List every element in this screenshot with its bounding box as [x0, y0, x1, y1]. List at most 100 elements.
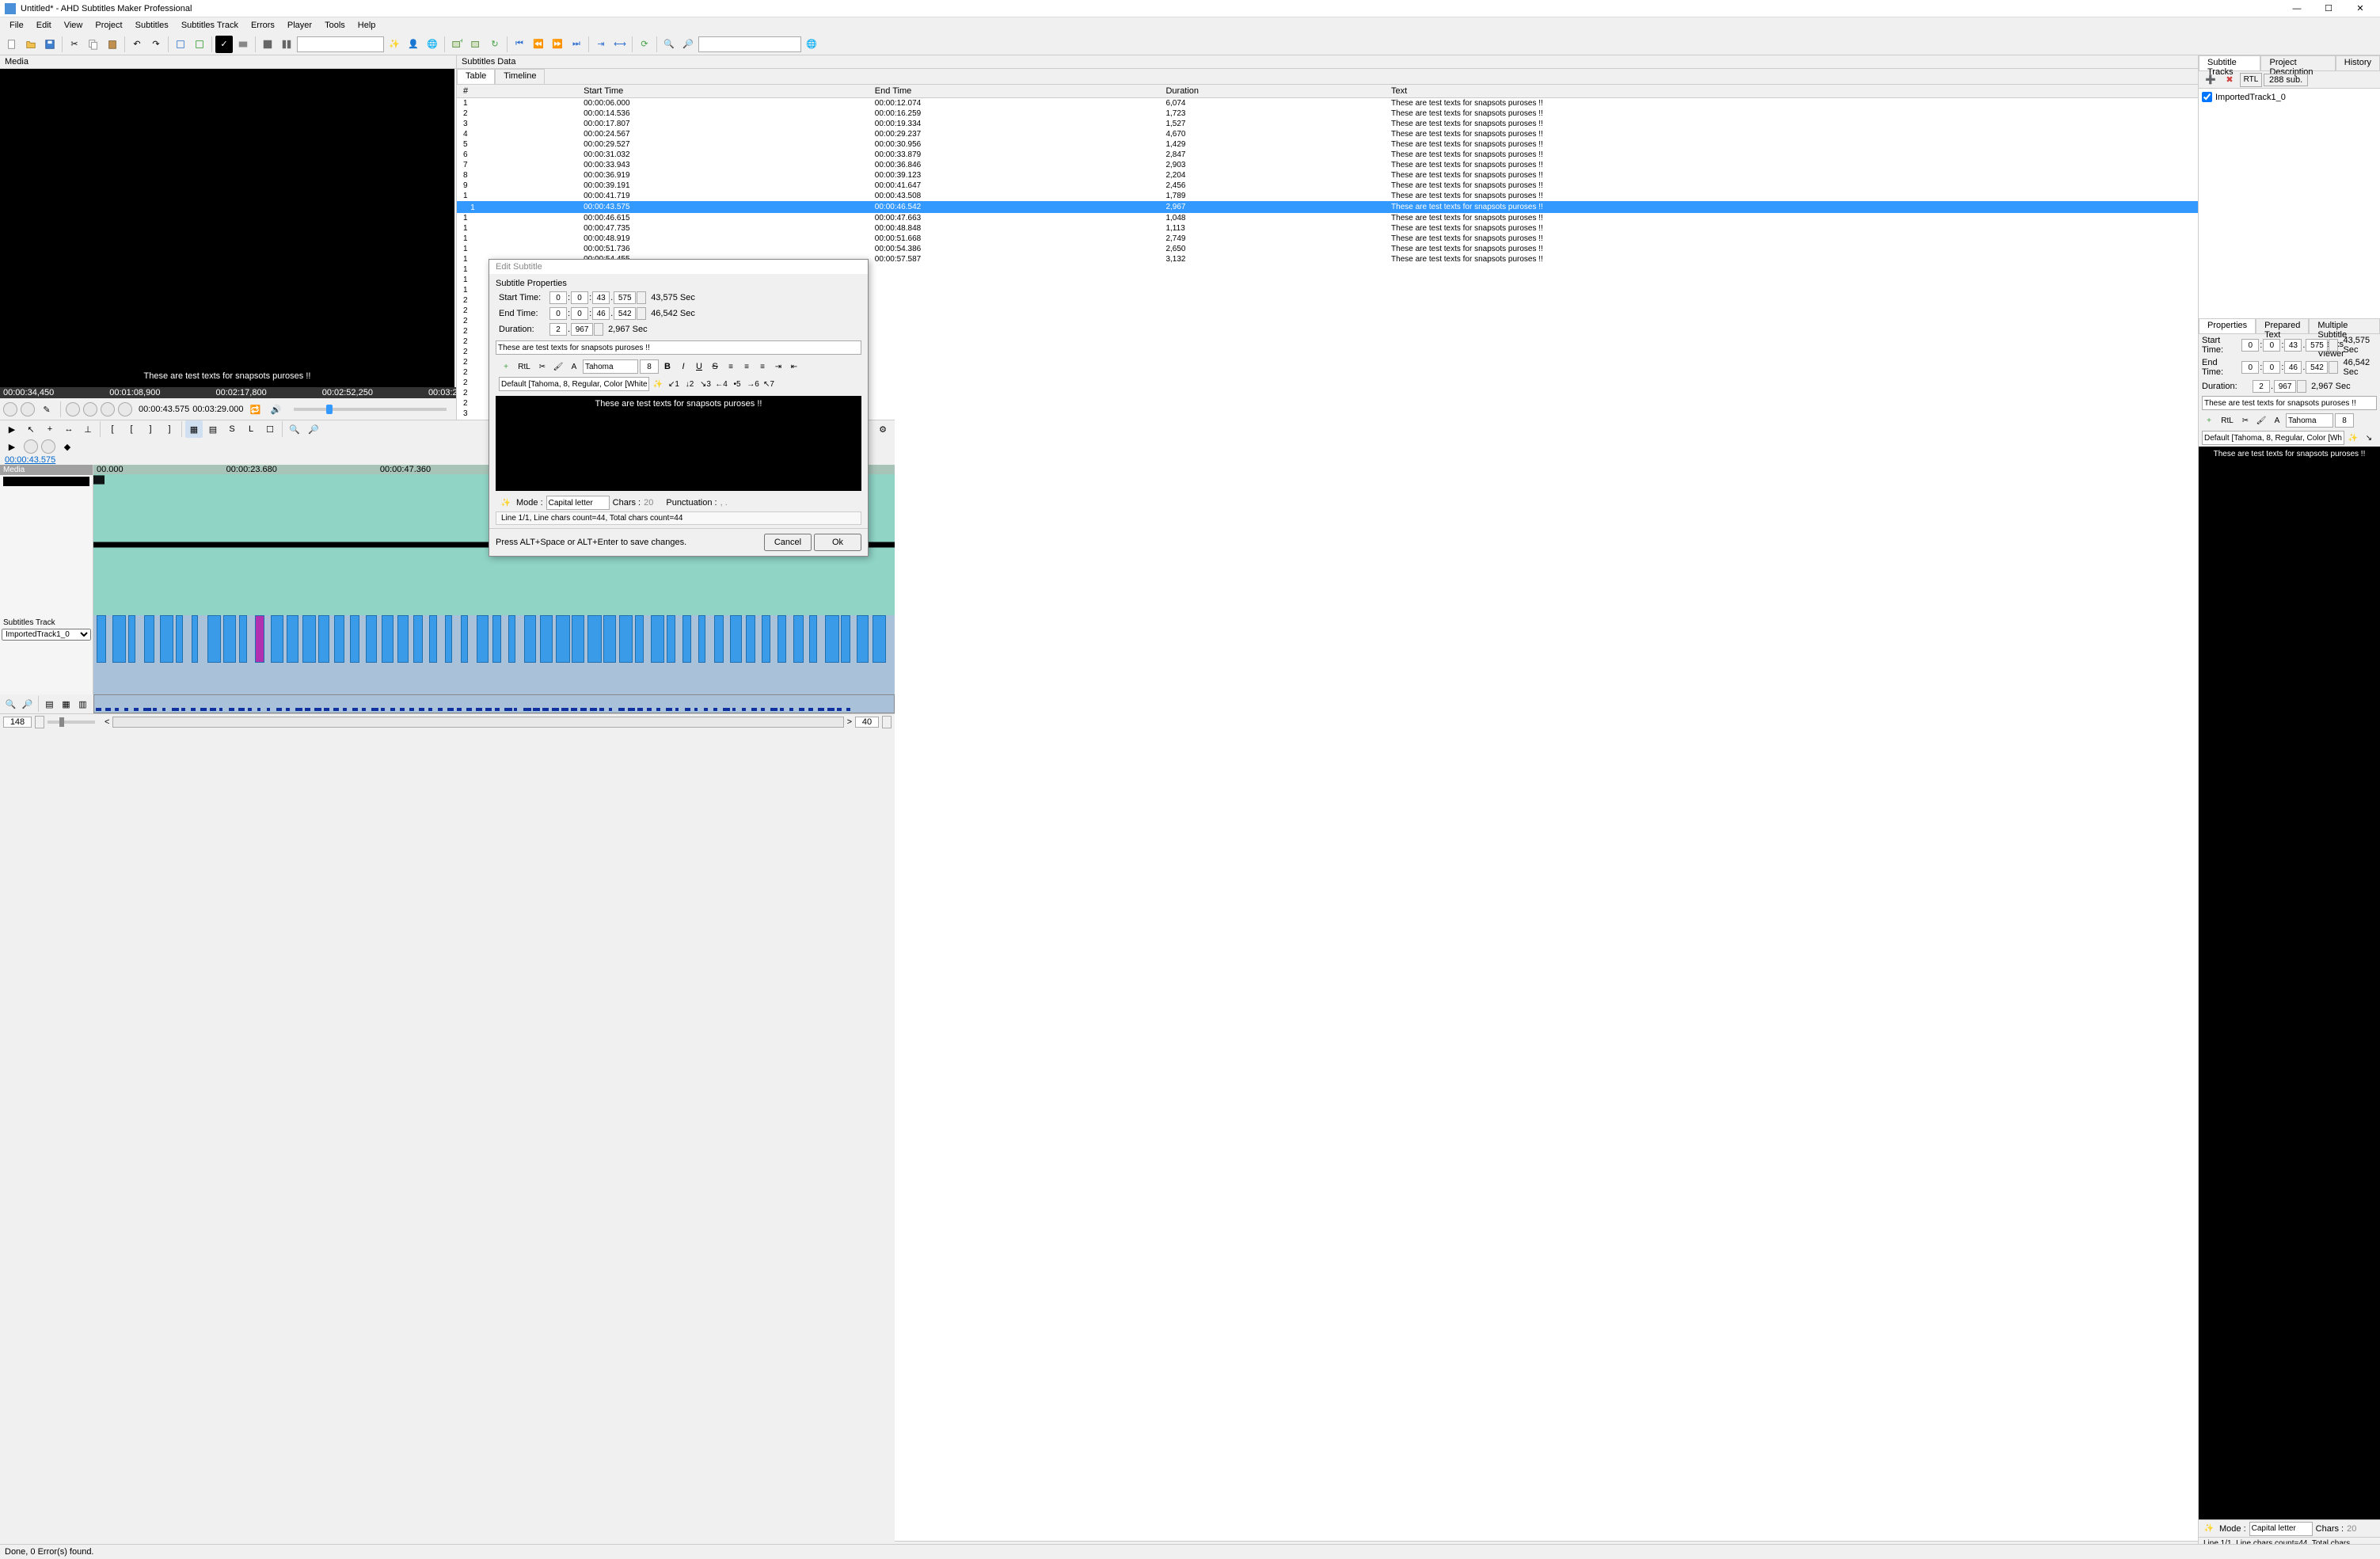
subtitle-block[interactable] [477, 615, 489, 663]
subtitle-block[interactable] [603, 615, 616, 663]
menu-errors[interactable]: Errors [245, 19, 281, 32]
mini-zoom-in-icon[interactable]: 🔍 [3, 695, 18, 713]
subtitle-block[interactable] [730, 615, 742, 663]
prop-pos-icon[interactable]: ↘ [2362, 431, 2376, 445]
dlg-start-s[interactable] [592, 291, 610, 304]
wave-sidebar-track[interactable] [3, 477, 89, 486]
minimize-button[interactable]: — [2282, 1, 2312, 17]
dlg-mode-combo[interactable] [546, 496, 610, 510]
rewind-button[interactable] [66, 402, 80, 416]
subtitle-block[interactable] [413, 615, 423, 663]
tl-marker-icon[interactable]: ◆ [59, 438, 76, 455]
subtitle-block[interactable] [777, 615, 786, 663]
dlg-text-input[interactable] [496, 340, 861, 355]
dlg-indent-icon[interactable]: ⇥ [771, 359, 785, 374]
subtitle-block[interactable] [334, 615, 344, 663]
tracks-rtl-button[interactable]: RTL [2240, 73, 2262, 87]
add-sub-icon[interactable]: + [448, 36, 466, 53]
loop-icon[interactable]: 🔁 [246, 401, 264, 418]
video-time-ruler[interactable]: 00:00:34,450 00:01:08,900 00:02:17,800 0… [0, 387, 456, 398]
table-row[interactable]: 800:00:36.91900:00:39.1232,204These are … [457, 170, 2198, 181]
toolbar-combo-2[interactable] [698, 36, 801, 52]
dlg-p1-icon[interactable]: ↙1 [667, 377, 681, 391]
subtitle-block[interactable] [144, 615, 154, 663]
tab-subtitle-tracks[interactable]: Subtitle Tracks [2199, 55, 2260, 70]
user-icon[interactable]: 👤 [405, 36, 422, 53]
edit-media-icon[interactable]: ✎ [38, 401, 55, 418]
subtitle-block[interactable] [714, 615, 724, 663]
subtitle-track-display[interactable] [93, 615, 895, 694]
edit-sub-icon[interactable] [467, 36, 485, 53]
tl-zoom-in-icon[interactable]: 🔍 [286, 420, 303, 438]
subtitle-block[interactable] [397, 615, 409, 663]
subtitle-block[interactable] [667, 615, 675, 663]
import-icon[interactable] [172, 36, 189, 53]
table-row[interactable]: 100:00:41.71900:00:43.5081,789These are … [457, 191, 2198, 201]
subtitle-block[interactable] [366, 615, 377, 663]
export-icon[interactable] [191, 36, 208, 53]
subtitle-block[interactable] [492, 615, 501, 663]
dlg-align-right-icon[interactable]: ≡ [755, 359, 770, 374]
subtitle-block[interactable] [302, 615, 316, 663]
subtitle-block[interactable] [160, 615, 173, 663]
dlg-font-a-icon[interactable]: A [567, 359, 581, 374]
subtitle-block[interactable] [287, 615, 298, 663]
tl-view2-icon[interactable]: ▤ [204, 420, 222, 438]
dlg-wand2-icon[interactable]: ✨ [499, 496, 513, 510]
table-row[interactable]: 100:00:51.73600:00:54.3862,650These are … [457, 244, 2198, 254]
dlg-end-s[interactable] [592, 307, 610, 320]
table-row[interactable]: 400:00:24.56700:00:29.2374,670These are … [457, 129, 2198, 139]
dlg-cut-icon[interactable]: ✂ [535, 359, 549, 374]
tl-move-icon[interactable]: ↔ [60, 420, 78, 438]
dlg-dur-spinner[interactable] [594, 323, 603, 336]
tab-prepared-text[interactable]: Prepared Text [2256, 318, 2309, 333]
dlg-p4-icon[interactable]: ←4 [714, 377, 728, 391]
new-icon[interactable] [3, 36, 21, 53]
skip-last-icon[interactable]: ⏭ [568, 36, 585, 53]
shift-icon[interactable]: ⟳ [636, 36, 653, 53]
toolbar-combo-1[interactable] [297, 36, 384, 52]
subtitle-block[interactable] [746, 615, 755, 663]
subtitle-block[interactable] [762, 615, 770, 663]
table-row[interactable]: 100:00:48.91900:00:51.6682,749These are … [457, 234, 2198, 244]
prop-end-h[interactable] [2241, 361, 2259, 374]
forward-button[interactable] [118, 402, 132, 416]
prop-start-s[interactable] [2284, 339, 2302, 352]
tl-right-spinner[interactable] [882, 716, 892, 728]
menu-view[interactable]: View [58, 19, 89, 32]
tl-stop-button[interactable] [24, 439, 38, 454]
menu-edit[interactable]: Edit [30, 19, 58, 32]
menu-project[interactable]: Project [89, 19, 128, 32]
menu-tools[interactable]: Tools [318, 19, 352, 32]
skip-back-icon[interactable]: ⏪ [530, 36, 547, 53]
prop-mode-combo[interactable] [2249, 1522, 2313, 1536]
tl-zoom-input[interactable] [3, 717, 32, 728]
stop-button[interactable] [21, 402, 35, 416]
dlg-size-input[interactable] [640, 359, 659, 374]
dlg-end-m[interactable] [571, 307, 588, 320]
tl-gear-icon[interactable]: ⚙ [874, 420, 892, 438]
subtitle-block[interactable] [350, 615, 359, 663]
subtitle-block[interactable] [271, 615, 283, 663]
pause-button[interactable] [101, 402, 115, 416]
dlg-end-ms[interactable] [614, 307, 636, 320]
tab-history[interactable]: History [2336, 55, 2380, 70]
menu-subtitles-track[interactable]: Subtitles Track [175, 19, 245, 32]
prop-end-m[interactable] [2263, 361, 2280, 374]
open-icon[interactable] [22, 36, 40, 53]
zoom-out-icon[interactable]: 🔎 [679, 36, 697, 53]
prop-end-ms[interactable] [2306, 361, 2328, 374]
subtitle-block[interactable] [508, 615, 515, 663]
dlg-p3-icon[interactable]: ↘3 [698, 377, 713, 391]
subtitle-block[interactable] [857, 615, 869, 663]
dlg-p5-icon[interactable]: •5 [730, 377, 744, 391]
dlg-cancel-button[interactable]: Cancel [764, 534, 812, 551]
subtitle-block[interactable] [572, 615, 584, 663]
record-button[interactable] [3, 402, 17, 416]
skip-fwd-icon[interactable]: ⏩ [549, 36, 566, 53]
subtitle-block[interactable] [223, 615, 236, 663]
prop-font-a-icon[interactable]: A [2270, 413, 2284, 428]
mini-zoom-out-icon[interactable]: 🔎 [20, 695, 35, 713]
add-track-icon[interactable]: ➕ [2202, 71, 2219, 89]
cut-icon[interactable]: ✂ [66, 36, 83, 53]
